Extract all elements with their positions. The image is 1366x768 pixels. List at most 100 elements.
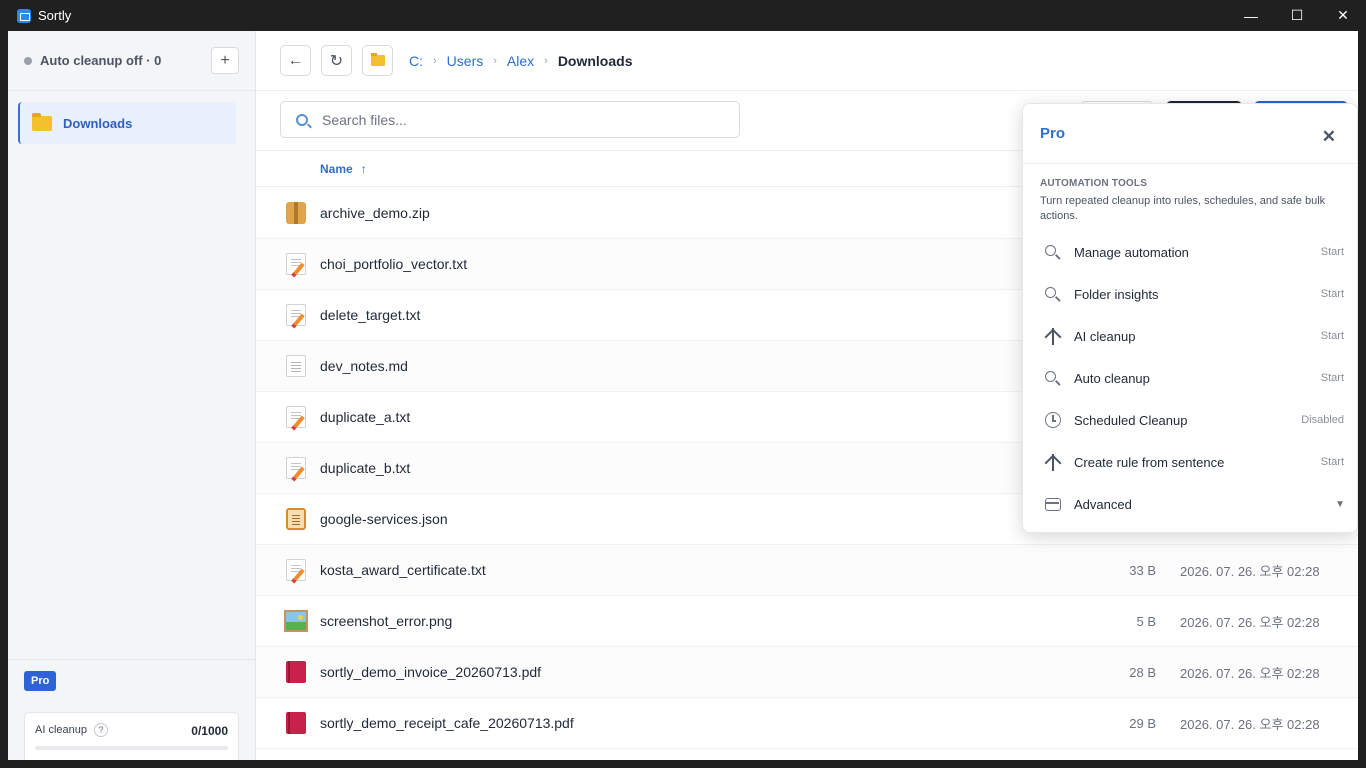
pro-menu-item[interactable]: Create rule from sentence Start — [1023, 441, 1358, 483]
file-name: dev_notes.md — [320, 358, 408, 374]
pro-menu-item-label: Auto cleanup — [1074, 370, 1150, 386]
image-icon — [284, 610, 308, 632]
pro-menu-item[interactable]: Auto cleanup Start — [1023, 357, 1358, 399]
toolbar: ← ↻ C: › Users › Alex › Downloads — [256, 31, 1358, 91]
name-column-header[interactable]: Name — [320, 162, 353, 176]
breadcrumb-drive[interactable]: C: — [409, 53, 423, 69]
status-dot-icon — [24, 56, 32, 65]
search-icon — [1045, 287, 1056, 298]
sidebar: Auto cleanup off · 0 + Downloads Pro AI … — [8, 31, 256, 760]
file-size: 28 B — [1129, 664, 1156, 680]
pro-menu-item-status: Disabled — [1301, 414, 1344, 426]
help-icon[interactable]: ? — [94, 723, 108, 737]
pro-popover-title: Pro — [1040, 125, 1066, 142]
search-input[interactable]: Search files... — [280, 101, 740, 138]
file-modified-date: 2026. 07. 26. 오후 02:28 — [1180, 614, 1320, 630]
chevron-down-icon[interactable]: ▼ — [1335, 499, 1345, 510]
pro-menu-item-status: Start — [1320, 456, 1344, 468]
app-logo-icon — [17, 8, 31, 23]
breadcrumb-users[interactable]: Users — [447, 53, 484, 69]
pro-menu-item[interactable]: Manage automation Start — [1023, 231, 1358, 273]
pdf-icon — [286, 661, 306, 683]
file-name: duplicate_b.txt — [320, 460, 411, 476]
pro-badge[interactable]: Pro — [24, 671, 57, 691]
table-row[interactable]: sortly_demo_receipt_cafe_20260713.pdf 29 … — [256, 698, 1358, 749]
ai-icon — [1045, 328, 1061, 345]
file-modified-date: 2026. 07. 26. 오후 02:28 — [1180, 563, 1320, 579]
file-name: google-services.json — [320, 511, 448, 527]
back-button[interactable]: ← — [280, 45, 311, 76]
pro-menu-item-status: Start — [1320, 288, 1344, 300]
file-name: archive_demo.zip — [320, 205, 430, 221]
pro-menu-item-label: AI cleanup — [1074, 328, 1136, 344]
breadcrumb-separator: › — [544, 54, 548, 67]
maximize-button[interactable]: ☐ — [1274, 0, 1320, 31]
pro-menu-item-label: Folder insights — [1074, 286, 1159, 302]
file-name: kosta_award_certificate.txt — [320, 562, 486, 578]
pro-menu-item[interactable]: Scheduled Cleanup Disabled — [1023, 399, 1358, 441]
close-icon[interactable]: ✕ — [1322, 128, 1336, 145]
box-icon — [1045, 498, 1061, 511]
sidebar-footer: Pro AI cleanup ? 0/1000 — [8, 659, 256, 760]
sidebar-status-bar: Auto cleanup off · 0 + — [8, 31, 255, 91]
txt-icon — [286, 559, 306, 581]
pro-menu-item[interactable]: AI cleanup Start — [1023, 315, 1358, 357]
folder-icon — [370, 53, 385, 66]
pro-menu-item-status: Start — [1320, 330, 1344, 342]
app-title: Sortly — [38, 8, 72, 23]
breadcrumb-separator: › — [433, 54, 437, 67]
folder-icon — [32, 112, 52, 131]
md-icon — [286, 355, 306, 377]
search-placeholder: Search files... — [322, 111, 407, 128]
pro-popover-header: Pro ✕ — [1023, 104, 1357, 164]
pro-menu-item-status: Start — [1320, 246, 1344, 258]
close-window-button[interactable]: ✕ — [1320, 0, 1366, 31]
add-folder-button[interactable]: + — [211, 47, 239, 74]
breadcrumb-alex[interactable]: Alex — [507, 53, 534, 69]
table-row[interactable]: screenshot_error.png 5 B 2026. 07. 26. 오후 … — [256, 596, 1358, 647]
file-modified-date: 2026. 07. 26. 오후 02:28 — [1180, 665, 1320, 681]
search-icon — [296, 113, 308, 126]
json-icon — [286, 508, 306, 530]
file-size: 29 B — [1129, 715, 1156, 731]
app-window: Auto cleanup off · 0 + Downloads Pro AI … — [8, 31, 1358, 760]
pro-menu-item[interactable]: Advanced ▼ — [1023, 483, 1358, 525]
pdf-icon — [286, 712, 306, 734]
zip-icon — [286, 202, 306, 224]
open-folder-button[interactable] — [362, 45, 393, 76]
pro-menu-item-label: Manage automation — [1074, 244, 1189, 260]
txt-icon — [286, 457, 306, 479]
minimize-button[interactable]: — — [1228, 0, 1274, 31]
table-row[interactable]: sortly_demo_invoice_20260713.pdf 28 B 2026… — [256, 647, 1358, 698]
automation-tools-heading: AUTOMATION TOOLS — [1040, 178, 1148, 189]
breadcrumb-current: Downloads — [557, 52, 633, 69]
pro-menu-item[interactable]: Folder insights Start — [1023, 273, 1358, 315]
sidebar-item-label: Downloads — [63, 115, 133, 131]
refresh-button[interactable]: ↻ — [321, 45, 352, 76]
clock-icon — [1045, 412, 1061, 428]
txt-icon — [286, 304, 306, 326]
pro-menu-item-label: Advanced — [1074, 496, 1132, 512]
ai-cleanup-progress-bar — [35, 746, 228, 750]
pro-menu-item-label: Create rule from sentence — [1074, 454, 1225, 470]
ai-icon — [1045, 454, 1061, 471]
search-icon — [1045, 371, 1056, 382]
table-row[interactable]: kosta_award_certificate.txt 33 B 2026. 07.… — [256, 545, 1358, 596]
ai-cleanup-count: 0/1000 — [191, 724, 228, 738]
ai-cleanup-label: AI cleanup — [35, 724, 87, 736]
breadcrumb-separator: › — [493, 54, 497, 67]
file-name: duplicate_a.txt — [320, 409, 411, 425]
file-size: 33 B — [1129, 562, 1156, 578]
sidebar-item-downloads[interactable]: Downloads — [18, 102, 236, 144]
file-modified-date: 2026. 07. 26. 오후 02:28 — [1180, 716, 1320, 732]
file-name: delete_target.txt — [320, 307, 421, 323]
file-size: 5 B — [1136, 613, 1156, 629]
search-icon — [1045, 245, 1056, 256]
pro-menu-item-label: Scheduled Cleanup — [1074, 412, 1188, 428]
breadcrumb: C: › Users › Alex › Downloads — [409, 53, 632, 69]
auto-cleanup-status: Auto cleanup off · 0 — [40, 53, 162, 68]
pro-menu-item-status: Start — [1320, 372, 1344, 384]
txt-icon — [286, 406, 306, 428]
file-name: sortly_demo_invoice_20260713.pdf — [320, 664, 542, 680]
sort-ascending-icon[interactable]: ↑ — [361, 162, 367, 176]
